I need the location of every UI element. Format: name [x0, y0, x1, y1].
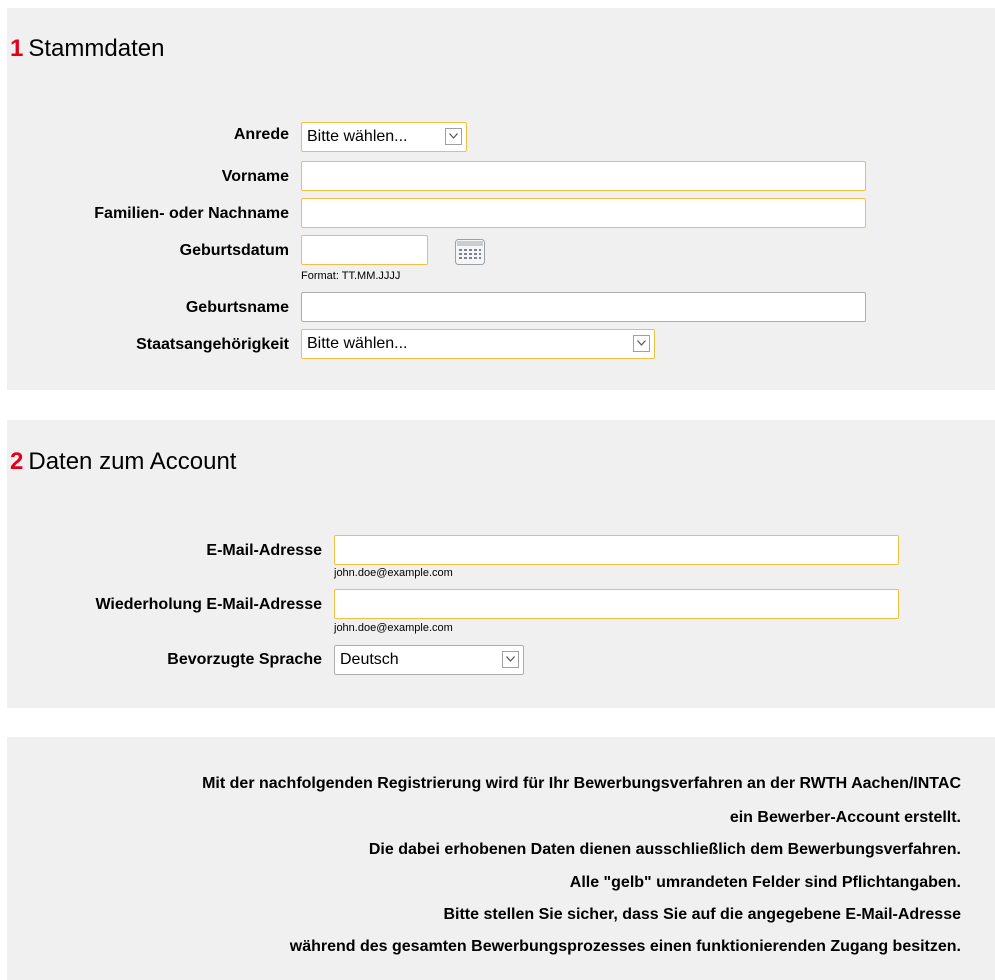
- section-title-text: Stammdaten: [28, 35, 165, 62]
- geburtsdatum-field[interactable]: [301, 235, 428, 265]
- staatsangehoerigkeit-label: Staatsangehörigkeit: [136, 336, 289, 353]
- stammdaten-section: 1 Stammdaten Anrede Bitte wählen... Vorna…: [7, 8, 995, 390]
- section-number: 2: [10, 448, 24, 475]
- registration-info-section: Mit der nachfolgenden Registrierung wird…: [7, 737, 995, 980]
- nachname-field[interactable]: [301, 198, 866, 228]
- geburtsname-field[interactable]: [301, 292, 866, 322]
- sprache-select[interactable]: Deutsch: [334, 645, 524, 675]
- chevron-down-icon: [502, 651, 519, 668]
- email-repeat-label: Wiederholung E-Mail-Adresse: [95, 596, 322, 613]
- geburtsname-label: Geburtsname: [185, 299, 289, 316]
- sprache-selected-value: Deutsch: [340, 651, 399, 668]
- anrede-label: Anrede: [233, 126, 289, 143]
- geburtsdatum-label: Geburtsdatum: [179, 242, 289, 259]
- staatsangehoerigkeit-select[interactable]: Bitte wählen...: [301, 329, 655, 359]
- anrede-select[interactable]: Bitte wählen...: [301, 122, 467, 152]
- section-number: 1: [10, 35, 24, 62]
- vorname-label: Vorname: [221, 168, 289, 185]
- geburtsdatum-format-hint: Format: TT.MM.JJJJ: [301, 270, 401, 282]
- info-line: Bitte stellen Sie sicher, dass Sie auf d…: [443, 906, 961, 923]
- info-line: Alle "gelb" umrandeten Felder sind Pflic…: [569, 874, 961, 891]
- email-field[interactable]: [334, 535, 899, 565]
- email-repeat-field[interactable]: [334, 589, 899, 619]
- calendar-icon: [455, 239, 485, 265]
- calendar-button[interactable]: [455, 239, 485, 265]
- info-line: während des gesamten Bewerbungsprozesses…: [289, 938, 961, 955]
- section-title-account: 2 Daten zum Account: [10, 450, 236, 474]
- email-label: E-Mail-Adresse: [206, 542, 322, 559]
- nachname-label: Familien- oder Nachname: [94, 205, 289, 222]
- vorname-field[interactable]: [301, 161, 866, 191]
- chevron-down-icon: [633, 335, 650, 352]
- sprache-label: Bevorzugte Sprache: [167, 651, 322, 668]
- email-hint: john.doe@example.com: [334, 567, 453, 579]
- email-repeat-hint: john.doe@example.com: [334, 622, 453, 634]
- anrede-selected-value: Bitte wählen...: [307, 128, 408, 145]
- info-line: Die dabei erhobenen Daten dienen ausschl…: [368, 841, 961, 858]
- info-line: Mit der nachfolgenden Registrierung wird…: [202, 775, 961, 792]
- section-title-stammdaten: 1 Stammdaten: [10, 37, 164, 61]
- account-section: 2 Daten zum Account E-Mail-Adresse john.d…: [7, 420, 995, 708]
- info-line: ein Bewerber-Account erstellt.: [729, 809, 961, 826]
- chevron-down-icon: [445, 128, 462, 145]
- staatsangehoerigkeit-selected-value: Bitte wählen...: [307, 335, 408, 352]
- section-title-text: Daten zum Account: [28, 448, 237, 475]
